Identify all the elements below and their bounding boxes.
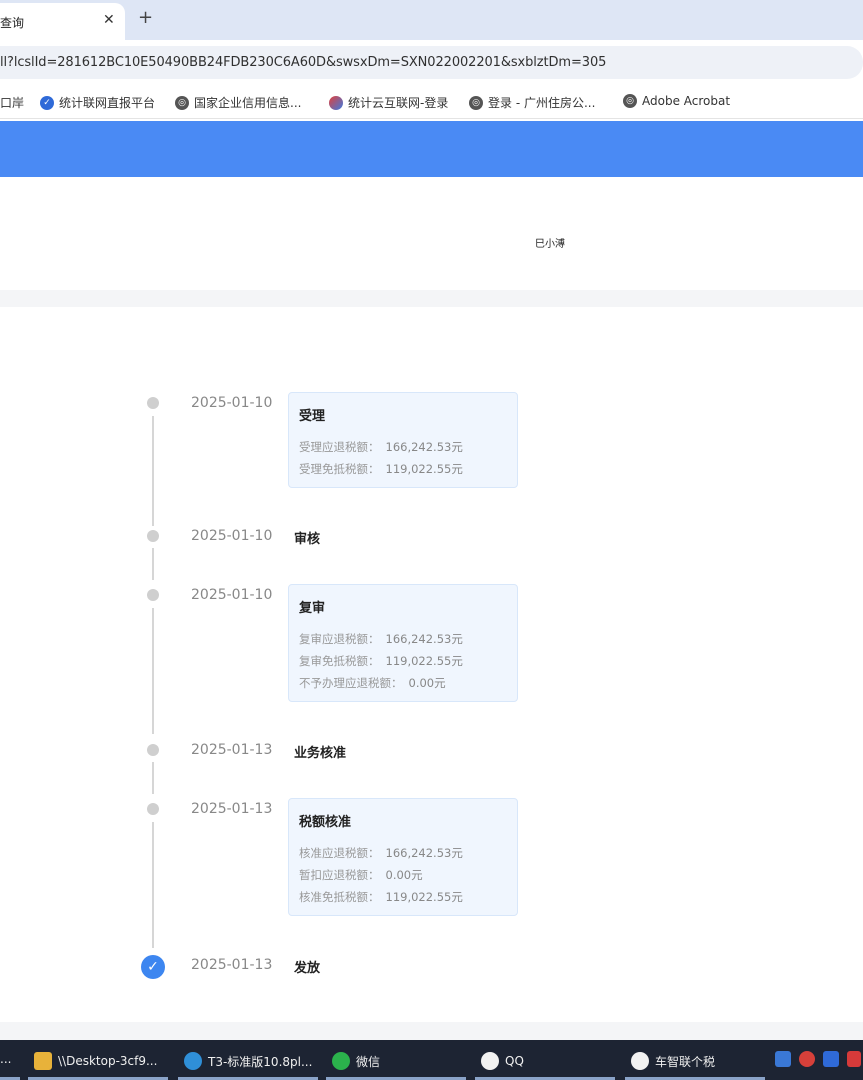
card-line: 暂扣应退税额： 0.00元 bbox=[299, 868, 423, 882]
taskbar-item[interactable]: T3-标准版10.8pl... bbox=[184, 1052, 312, 1070]
timeline-connector bbox=[152, 548, 154, 580]
card-line: 复审应退税额： 166,242.53元 bbox=[299, 632, 463, 646]
address-row: ll?lcslId=281612BC10E50490BB24FDB230C6A6… bbox=[0, 40, 863, 85]
card-line: 受理应退税额： 166,242.53元 bbox=[299, 440, 463, 454]
globe-icon: ◎ bbox=[623, 94, 637, 108]
step-date: 2025-01-13 bbox=[191, 957, 273, 973]
timeline-dot bbox=[147, 397, 159, 409]
step-title: 发放 bbox=[294, 961, 321, 976]
bookmark-item[interactable]: ◎ 登录 - 广州住房公... bbox=[469, 94, 595, 111]
taskbar-label: 车智联个税 bbox=[655, 1054, 716, 1069]
card-line: 复审免抵税额： 119,022.55元 bbox=[299, 654, 463, 668]
shield-icon[interactable] bbox=[823, 1051, 839, 1067]
header-area bbox=[0, 177, 863, 290]
timeline-connector bbox=[152, 762, 154, 794]
progress-timeline: 2025-01-10 受理 受理应退税额： 166,242.53元 受理免抵税额：… bbox=[0, 307, 863, 1022]
page-header-bar bbox=[0, 121, 863, 177]
taskbar-label: ... bbox=[0, 1052, 12, 1066]
header-small-text: 巳小溥 bbox=[535, 239, 565, 250]
swirl-icon bbox=[329, 95, 343, 110]
qq-icon bbox=[481, 1052, 499, 1070]
card-line: 不予办理应退税额： 0.00元 bbox=[299, 676, 446, 690]
taskbar-item[interactable]: \\Desktop-3cf9... bbox=[34, 1052, 157, 1070]
bookmark-label: Adobe Acrobat bbox=[642, 94, 731, 108]
card-line: 核准应退税额： 166,242.53元 bbox=[299, 846, 463, 860]
step-date: 2025-01-13 bbox=[191, 801, 273, 817]
bookmark-item[interactable]: 口岸 bbox=[0, 94, 24, 111]
url-text[interactable]: ll?lcslId=281612BC10E50490BB24FDB230C6A6… bbox=[0, 55, 606, 70]
globe-icon: ◎ bbox=[469, 95, 483, 110]
timeline-dot bbox=[147, 530, 159, 542]
taskbar-label: QQ bbox=[505, 1054, 524, 1068]
bookmarks-bar: 口岸 ✓ 统计联网直报平台 ◎ 国家企业信用信息... 统计云互联网-登录 ◎ … bbox=[0, 85, 863, 119]
new-tab-button[interactable]: + bbox=[138, 7, 153, 28]
step-title: 复审 bbox=[299, 601, 326, 616]
tray-icon[interactable] bbox=[799, 1051, 815, 1067]
timeline-connector bbox=[152, 416, 154, 526]
step-title: 受理 bbox=[299, 409, 326, 424]
timeline-dot bbox=[147, 744, 159, 756]
card-line: 受理免抵税额： 119,022.55元 bbox=[299, 462, 463, 476]
step-date: 2025-01-13 bbox=[191, 742, 273, 758]
wechat-icon bbox=[332, 1052, 350, 1070]
tab-title: 查询 bbox=[0, 16, 25, 30]
page-bottom-strip bbox=[0, 1022, 863, 1040]
step-title: 税额核准 bbox=[299, 815, 352, 830]
taskbar-label: T3-标准版10.8pl... bbox=[208, 1054, 313, 1069]
address-bar[interactable]: ll?lcslId=281612BC10E50490BB24FDB230C6A6… bbox=[0, 46, 863, 79]
qq-icon bbox=[631, 1052, 649, 1070]
check-icon: ✓ bbox=[141, 955, 165, 979]
bookmark-label: 口岸 bbox=[0, 96, 25, 110]
taskbar: ... \\Desktop-3cf9... T3-标准版10.8pl... 微信… bbox=[0, 1040, 863, 1080]
step-card: 税额核准 核准应退税额： 166,242.53元 暂扣应退税额： 0.00元 核准免… bbox=[288, 798, 518, 916]
taskbar-item[interactable]: ... bbox=[0, 1052, 11, 1066]
section-divider bbox=[0, 290, 863, 307]
timeline-connector bbox=[152, 608, 154, 734]
tray-icon[interactable] bbox=[847, 1051, 861, 1067]
timeline-dot bbox=[147, 589, 159, 601]
bookmark-item[interactable]: ◎ Adobe Acrobat bbox=[623, 94, 730, 108]
tray-icon[interactable] bbox=[775, 1051, 791, 1067]
browser-tab[interactable]: 查询 ✕ bbox=[0, 3, 125, 40]
bookmark-item[interactable]: ◎ 国家企业信用信息... bbox=[175, 94, 301, 111]
bookmark-label: 国家企业信用信息... bbox=[194, 96, 302, 110]
bookmark-label: 登录 - 广州住房公... bbox=[488, 96, 596, 110]
tab-close-icon[interactable]: ✕ bbox=[103, 12, 115, 28]
card-line: 核准免抵税额： 119,022.55元 bbox=[299, 890, 463, 904]
globe-icon: ◎ bbox=[175, 95, 189, 110]
timeline-dot bbox=[147, 803, 159, 815]
step-card: 复审 复审应退税额： 166,242.53元 复审免抵税额： 119,022.55元… bbox=[288, 584, 518, 702]
folder-icon bbox=[34, 1052, 52, 1070]
taskbar-item[interactable]: 车智联个税 bbox=[631, 1052, 715, 1070]
taskbar-label: 微信 bbox=[356, 1054, 381, 1069]
step-card: 受理 受理应退税额： 166,242.53元 受理免抵税额： 119,022.55元 bbox=[288, 392, 518, 488]
taskbar-item[interactable]: 微信 bbox=[332, 1052, 380, 1070]
taskbar-label: \\Desktop-3cf9... bbox=[58, 1054, 158, 1068]
bookmark-item[interactable]: ✓ 统计联网直报平台 bbox=[40, 94, 155, 111]
bookmark-label: 统计云互联网-登录 bbox=[348, 96, 449, 110]
step-title: 审核 bbox=[294, 532, 321, 547]
bookmark-label: 统计联网直报平台 bbox=[59, 96, 156, 110]
app-icon bbox=[184, 1052, 202, 1070]
step-date: 2025-01-10 bbox=[191, 528, 273, 544]
browser-tab-strip: 查询 ✕ + bbox=[0, 0, 863, 40]
step-title: 业务核准 bbox=[294, 746, 347, 761]
bookmark-item[interactable]: 统计云互联网-登录 bbox=[329, 94, 448, 111]
step-date: 2025-01-10 bbox=[191, 587, 273, 603]
step-date: 2025-01-10 bbox=[191, 395, 273, 411]
taskbar-item[interactable]: QQ bbox=[481, 1052, 524, 1070]
timeline-connector bbox=[152, 822, 154, 948]
stats-icon: ✓ bbox=[40, 95, 54, 110]
